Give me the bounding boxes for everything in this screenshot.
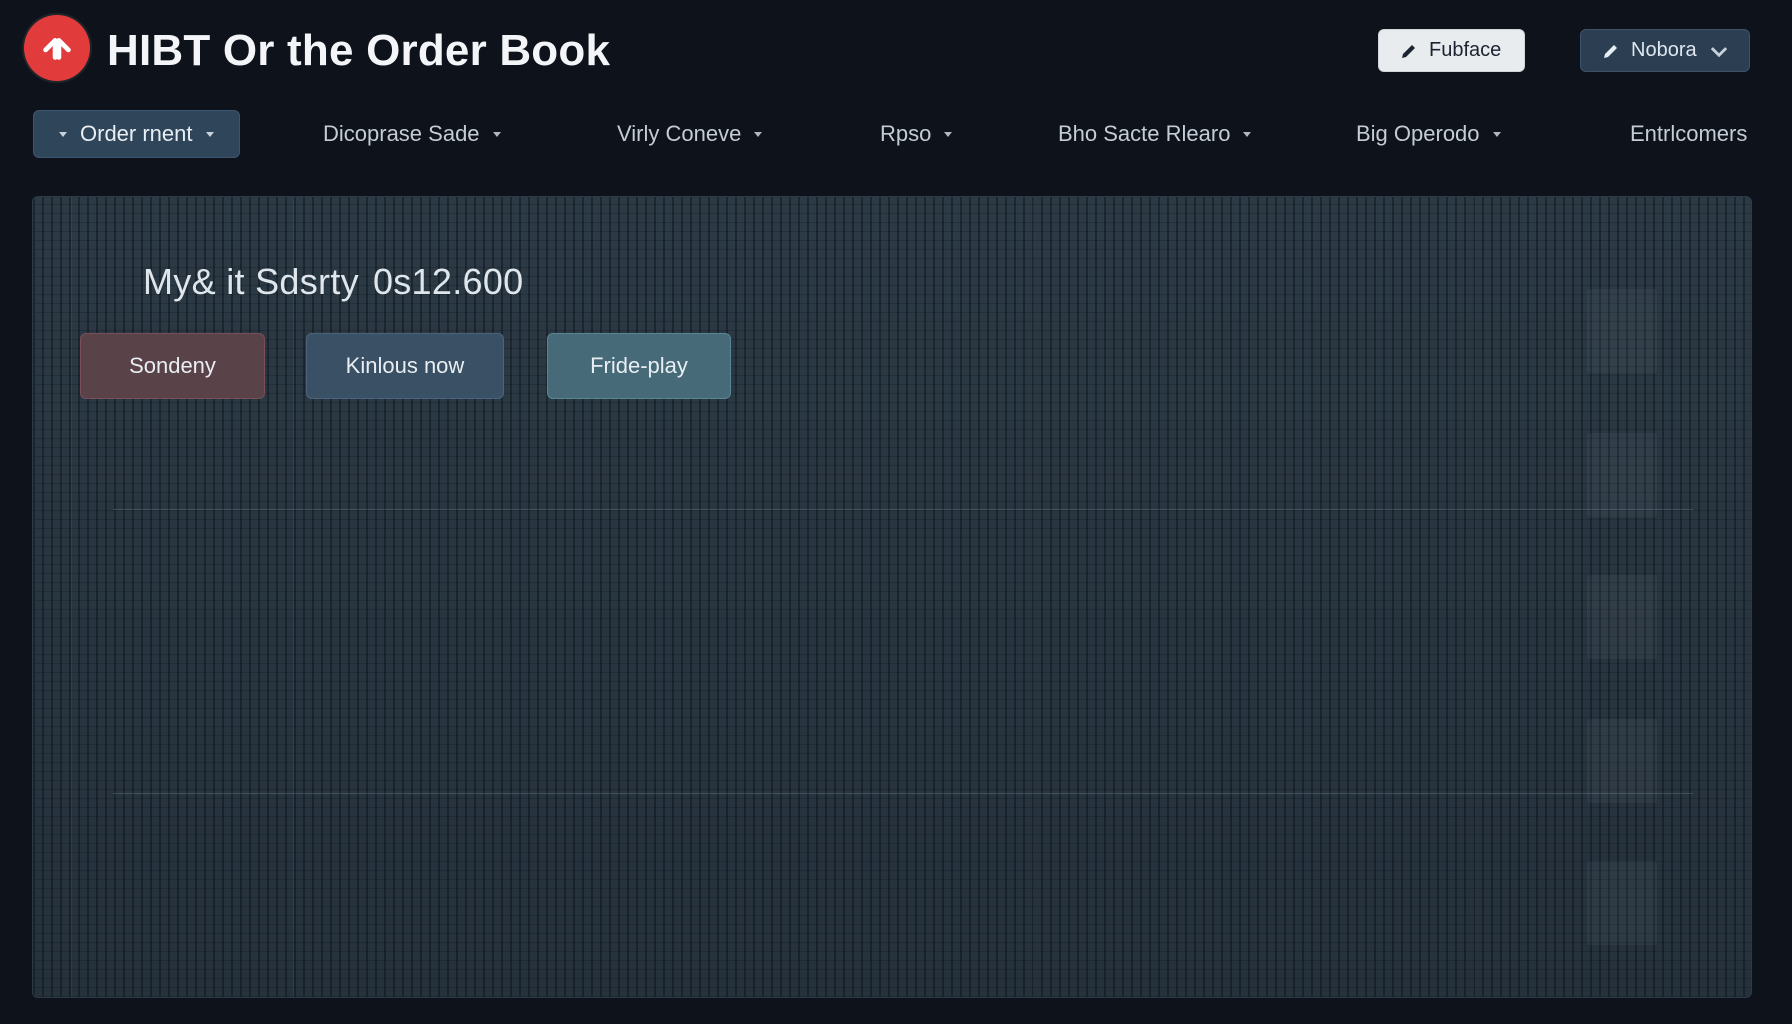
nav-item-label: Big Operodo [1356,121,1480,146]
nobora-button-label: Nobora [1631,39,1697,61]
nav-item-big-operodo[interactable]: Big Operodo [1356,110,1504,158]
nav-item-rpso[interactable]: Rpso [880,110,955,158]
order-book-panel: My& it Sdsrty 0s12.600 Sondeny Kinlous no… [32,196,1752,998]
nav-item-label: Bho Sacte Rlearo [1058,121,1231,146]
nobora-dropdown-button[interactable]: Nobora [1580,29,1750,72]
grid-line [293,197,294,997]
summary-label: My& it Sdsrty [143,261,359,302]
divider [113,509,1693,510]
chevron-down-icon [1243,132,1252,137]
pencil-icon [1604,44,1617,58]
fubface-button[interactable]: Fubface [1378,29,1525,72]
placeholder-cell [1587,861,1657,945]
nav-item-label: Order rnent [80,121,193,146]
nav-item-label: Dicoprase Sade [323,121,480,146]
chevron-down-icon [1492,132,1501,137]
summary-value: 0s12.600 [372,261,524,302]
grid-line [71,197,72,997]
nav-item-label: Entrlcomers [1630,121,1748,146]
grid-line [1033,197,1034,997]
placeholder-cell [1587,433,1657,517]
nav-item-label: Rpso [880,121,932,146]
app-title: HIBT Or the Order Book [107,26,611,75]
placeholder-cell [1587,289,1657,373]
fubface-button-label: Fubface [1429,39,1502,61]
summary-line: My& it Sdsrty 0s12.600 [143,261,523,303]
nav-item-entrlcomers[interactable]: Entrlcomers [1630,110,1747,158]
kinlous-now-button-label: Kinlous now [345,353,465,378]
grid-line [1473,197,1474,997]
chevron-down-icon [492,132,501,137]
chevron-down-icon [754,132,763,137]
kinlous-now-button[interactable]: Kinlous now [306,333,504,399]
fride-play-button[interactable]: Fride-play [547,333,731,399]
placeholder-cell [1587,719,1657,803]
pencil-icon [1402,44,1415,58]
sondeny-button-label: Sondeny [129,353,216,378]
chevron-down-icon [59,132,67,137]
sondeny-button[interactable]: Sondeny [80,333,265,399]
fride-play-button-label: Fride-play [590,353,688,378]
nav-item-order-rnent[interactable]: Order rnent [33,110,240,158]
divider [113,793,1693,794]
arrows-logo-icon[interactable] [24,15,90,81]
chevron-down-icon [205,132,214,137]
chevron-down-icon [944,132,953,137]
header: HIBT Or the Order Book Fubface Nobora [0,0,1792,104]
app-window: HIBT Or the Order Book Fubface Nobora Or… [0,0,1792,1024]
nav-item-virly-coneve[interactable]: Virly Coneve [617,110,765,158]
nav-item-label: Virly Coneve [617,121,742,146]
nav-item-bho-sacte-rlearo[interactable]: Bho Sacte Rlearo [1058,110,1254,158]
placeholder-cell [1587,575,1657,659]
nav-item-dicoprase-sade[interactable]: Dicoprase Sade [323,110,504,158]
chevron-down-icon [1710,46,1728,57]
top-nav: Order rnent Dicoprase Sade Virly Coneve … [0,110,1792,160]
